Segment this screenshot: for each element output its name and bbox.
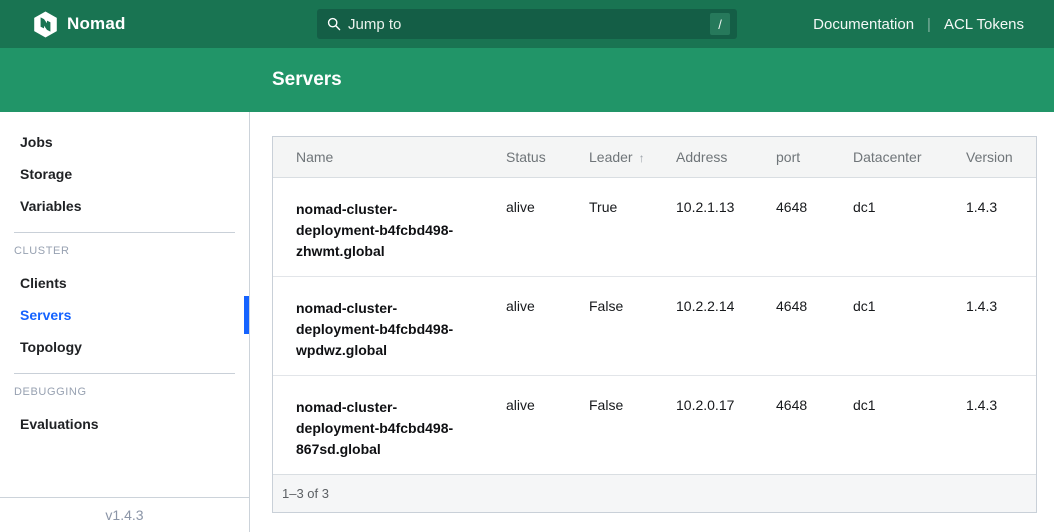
sidebar-section-debugging: DEBUGGING	[14, 384, 249, 400]
table-row[interactable]: nomad-cluster-deployment-b4fcbd498-867sd…	[273, 375, 1036, 474]
version-footer: v1.4.3	[0, 497, 249, 532]
server-leader: True	[589, 177, 676, 276]
page-header: Servers	[0, 48, 1054, 112]
server-status: alive	[506, 177, 589, 276]
sidebar-item-jobs[interactable]: Jobs	[0, 126, 249, 158]
sidebar-item-servers[interactable]: Servers	[0, 299, 249, 331]
column-header-datacenter[interactable]: Datacenter	[853, 137, 966, 177]
servers-table: Name Status Leader↑ Address port Datacen…	[272, 136, 1037, 513]
server-status: alive	[506, 375, 589, 474]
pagination-bar: 1–3 of 3	[273, 474, 1036, 512]
sidebar-section-cluster: CLUSTER	[14, 243, 249, 259]
column-header-version[interactable]: Version	[966, 137, 1036, 177]
topbar-links: Documentation | ACL Tokens	[813, 16, 1054, 33]
table-header-row: Name Status Leader↑ Address port Datacen…	[273, 137, 1036, 177]
server-leader: False	[589, 375, 676, 474]
active-indicator	[244, 296, 249, 334]
pagination-range: 1–3 of 3	[282, 486, 329, 501]
server-datacenter: dc1	[853, 276, 966, 375]
documentation-link[interactable]: Documentation	[813, 16, 914, 33]
server-status: alive	[506, 276, 589, 375]
server-address: 10.2.1.13	[676, 177, 776, 276]
sidebar-item-clients[interactable]: Clients	[0, 267, 249, 299]
server-port: 4648	[776, 276, 853, 375]
nomad-brand-link[interactable]: Nomad	[0, 11, 126, 38]
sidebar: Jobs Storage Variables CLUSTER Clients S…	[0, 112, 250, 532]
column-header-status[interactable]: Status	[506, 137, 589, 177]
nomad-ui-window: Nomad / Documentation | ACL Tokens Serve…	[0, 0, 1054, 532]
server-datacenter: dc1	[853, 177, 966, 276]
table-row[interactable]: nomad-cluster-deployment-b4fcbd498-wpdwz…	[273, 276, 1036, 375]
main-content: Name Status Leader↑ Address port Datacen…	[250, 112, 1054, 532]
search-input[interactable]	[348, 16, 710, 33]
sidebar-item-topology[interactable]: Topology	[0, 331, 249, 363]
server-port: 4648	[776, 177, 853, 276]
keyboard-shortcut-hint: /	[710, 13, 730, 35]
brand-name: Nomad	[67, 14, 126, 34]
sidebar-item-storage[interactable]: Storage	[0, 158, 249, 190]
server-version: 1.4.3	[966, 375, 1036, 474]
server-name: nomad-cluster-deployment-b4fcbd498-zhwmt…	[296, 199, 476, 262]
sort-ascending-icon: ↑	[639, 151, 645, 165]
sidebar-item-variables[interactable]: Variables	[0, 190, 249, 222]
column-header-address[interactable]: Address	[676, 137, 776, 177]
page-title: Servers	[0, 69, 342, 91]
sidebar-item-evaluations[interactable]: Evaluations	[0, 408, 249, 440]
server-port: 4648	[776, 375, 853, 474]
server-leader: False	[589, 276, 676, 375]
jump-to-searchbox[interactable]: /	[317, 9, 737, 39]
server-address: 10.2.0.17	[676, 375, 776, 474]
version-label: v1.4.3	[105, 507, 143, 523]
server-name: nomad-cluster-deployment-b4fcbd498-wpdwz…	[296, 298, 476, 361]
sidebar-divider	[14, 232, 235, 233]
sidebar-divider	[14, 373, 235, 374]
server-datacenter: dc1	[853, 375, 966, 474]
server-version: 1.4.3	[966, 276, 1036, 375]
top-navbar: Nomad / Documentation | ACL Tokens	[0, 0, 1054, 48]
server-name: nomad-cluster-deployment-b4fcbd498-867sd…	[296, 397, 476, 460]
search-icon	[327, 17, 341, 31]
server-version: 1.4.3	[966, 177, 1036, 276]
column-header-leader[interactable]: Leader↑	[589, 137, 676, 177]
table-row[interactable]: nomad-cluster-deployment-b4fcbd498-zhwmt…	[273, 177, 1036, 276]
nomad-logo-icon	[33, 11, 58, 38]
column-header-name[interactable]: Name	[273, 137, 506, 177]
column-header-port[interactable]: port	[776, 137, 853, 177]
acl-tokens-link[interactable]: ACL Tokens	[944, 16, 1024, 33]
server-address: 10.2.2.14	[676, 276, 776, 375]
link-separator: |	[927, 16, 931, 33]
